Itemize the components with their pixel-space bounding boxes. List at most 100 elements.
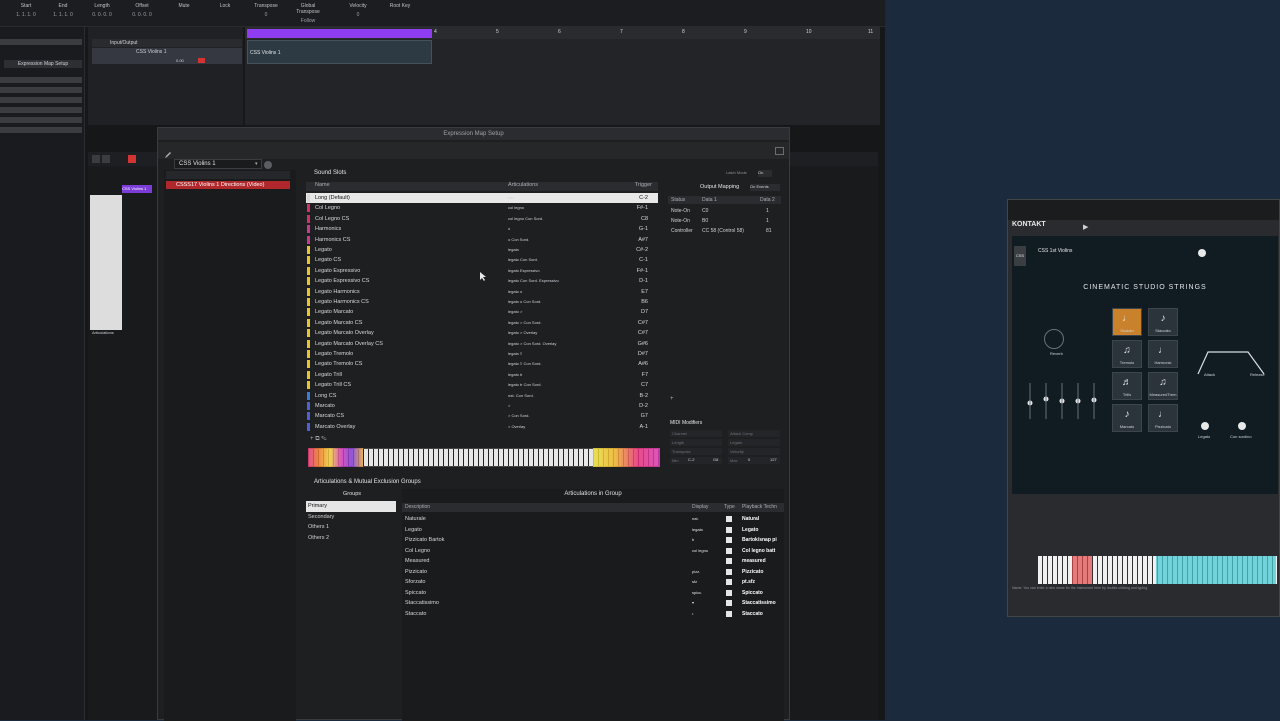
articulation-type-icon[interactable] <box>726 600 732 606</box>
articulation-row[interactable]: Pizzicato Bartok b Bartok/snap pi <box>402 535 784 546</box>
articulation-type-icon[interactable] <box>726 558 732 564</box>
articulation-playback-technique[interactable]: Natural <box>742 514 759 525</box>
expression-map-setup-button[interactable]: Expression Map Setup <box>4 60 82 68</box>
slot-articulations[interactable]: legato > <box>508 307 522 317</box>
articulation-display[interactable]: col legno <box>692 546 708 557</box>
slot-color-swatch[interactable] <box>307 360 310 369</box>
slot-trigger[interactable]: F#-1 <box>637 266 648 276</box>
info-field-0[interactable]: Start 1. 1. 1. 0 <box>8 3 44 18</box>
slot-color-swatch[interactable] <box>307 287 310 296</box>
articulation-display[interactable]: sfz <box>692 577 697 588</box>
col-description[interactable]: Description <box>405 503 430 512</box>
group-item[interactable]: Secondary <box>306 512 396 523</box>
slot-color-swatch[interactable] <box>307 329 310 338</box>
articulation-description[interactable]: Pizzicato Bartok <box>405 535 444 546</box>
col-name[interactable]: Name <box>315 182 330 188</box>
articulation-description[interactable]: Staccatissimo <box>405 598 439 609</box>
on-events-select[interactable]: On Events <box>750 184 780 191</box>
slot-articulations[interactable]: legato ≡ <box>508 349 522 359</box>
info-field-3[interactable]: Offset 0. 0. 0. 0 <box>124 3 160 18</box>
sound-slot-row[interactable]: Legato Tremolo legato ≡ D#7 <box>306 349 658 359</box>
slot-trigger[interactable]: C-2 <box>639 193 648 203</box>
midi-modifier-value[interactable]: C-2 <box>688 457 694 462</box>
articulation-row[interactable]: Sforzato sfz pt.sfz <box>402 577 784 588</box>
slot-color-swatch[interactable] <box>307 204 310 213</box>
sound-slot-row[interactable]: Col Legno col legno F#-1 <box>306 203 658 213</box>
group-item[interactable]: Others 2 <box>306 533 396 544</box>
output-status[interactable]: Controller <box>671 226 693 236</box>
output-mapping-row[interactable]: Note-On B0 1 <box>668 216 781 226</box>
articulation-row[interactable]: Spiccato spicc. Spiccato <box>402 588 784 599</box>
slot-color-swatch[interactable] <box>307 318 310 327</box>
articulation-playback-technique[interactable]: Pizzicato <box>742 567 763 578</box>
articulation-row[interactable]: Col Legno col legno Col legno batt <box>402 546 784 557</box>
articulation-row[interactable]: Staccato • Staccato <box>402 609 784 620</box>
info-field-6[interactable]: Transpose 0 <box>248 3 284 18</box>
slot-articulations[interactable]: legato <box>508 245 519 255</box>
col-articulations[interactable]: Articulations <box>508 182 538 188</box>
slot-color-swatch[interactable] <box>307 339 310 348</box>
slot-color-swatch[interactable] <box>307 298 310 306</box>
sound-slot-row[interactable]: Marcato > D-2 <box>306 401 658 411</box>
inspector-row[interactable] <box>0 97 82 103</box>
slot-articulations[interactable]: legato Espressivo <box>508 266 540 276</box>
articulation-cell[interactable]: ♩ Pizzicato <box>1148 404 1178 432</box>
slot-trigger[interactable]: F#-1 <box>637 203 648 213</box>
slot-articulations[interactable]: legato tr Con Sord. <box>508 380 542 390</box>
map-name-field[interactable]: CSS Violins 1 <box>174 159 262 169</box>
sound-slot-row[interactable]: Harmonics CS o Con Sord. A#7 <box>306 235 658 245</box>
draw-tool-icon[interactable] <box>102 155 110 163</box>
sound-slot-row[interactable]: Long CS nat. Con Sord. B-2 <box>306 391 658 401</box>
articulation-description[interactable]: Sforzato <box>405 577 425 588</box>
slot-trigger[interactable]: G-1 <box>639 224 648 234</box>
window-layout-icon[interactable] <box>775 147 784 155</box>
info-field-5[interactable]: Lock <box>207 3 243 12</box>
midi-modifier-field[interactable]: Attack Comp <box>728 430 780 437</box>
latch-mode-select[interactable]: On <box>758 170 772 177</box>
info-field-value[interactable]: Follow <box>290 18 326 24</box>
slot-articulations[interactable]: col legno <box>508 203 524 213</box>
tune-knob[interactable] <box>1198 249 1206 257</box>
articulation-row[interactable]: Staccatissimo ▾ Staccatissimo <box>402 598 784 609</box>
midi-modifier-field[interactable]: Legato <box>728 439 780 446</box>
output-data1[interactable]: B0 <box>702 216 708 226</box>
output-mapping-row[interactable]: Controller CC 58 (Control 58) 81 <box>668 226 781 236</box>
sound-slot-row[interactable]: Legato Harmonics CS legato o Con Sord. B6 <box>306 297 658 307</box>
copy-slot-icon[interactable]: ⧉ <box>315 436 319 442</box>
slot-color-swatch[interactable] <box>307 412 310 421</box>
output-status[interactable]: Note-On <box>671 216 690 226</box>
articulation-cell[interactable]: ♪ Staccato <box>1148 308 1178 336</box>
slot-color-swatch[interactable] <box>307 381 310 390</box>
slot-articulations[interactable]: legato > Con Sord. Overlay <box>508 339 556 349</box>
slot-trigger[interactable]: B-2 <box>639 391 648 401</box>
lower-track-label[interactable]: CSS Violins 1 <box>122 185 152 193</box>
midi-modifier-value[interactable]: 0 <box>748 457 750 462</box>
articulation-playback-technique[interactable]: measured <box>742 556 766 567</box>
slot-trigger[interactable]: B6 <box>641 297 648 307</box>
articulation-display[interactable]: ▾ <box>692 598 694 609</box>
slot-articulations[interactable]: legato ≡ Con Sord. <box>508 359 541 369</box>
slot-trigger[interactable]: C8 <box>641 214 648 224</box>
articulation-type-icon[interactable] <box>726 526 732 533</box>
slot-articulations[interactable]: o Con Sord. <box>508 235 529 245</box>
output-data2[interactable]: 1 <box>766 206 769 216</box>
cycle-range[interactable] <box>247 29 432 38</box>
articulation-cell[interactable]: ♪ Marcato <box>1112 404 1142 432</box>
slot-articulations[interactable]: > Con Sord. <box>508 411 529 421</box>
slot-trigger[interactable]: G#6 <box>638 339 648 349</box>
output-data1[interactable]: C0 <box>702 206 708 216</box>
inspector-row[interactable] <box>0 127 82 133</box>
articulation-cell[interactable]: ♩ Harmonic <box>1148 340 1178 368</box>
slot-trigger[interactable]: C#-2 <box>636 245 648 255</box>
folder-track-input-output[interactable]: Input/Output <box>92 39 242 47</box>
midi-modifier-field[interactable]: Channel <box>670 430 722 437</box>
slot-color-swatch[interactable] <box>307 370 310 379</box>
articulation-cell[interactable]: ♩ Sustain <box>1112 308 1142 336</box>
info-field-value[interactable]: 0 <box>248 12 284 18</box>
record-enable-button[interactable] <box>198 58 205 63</box>
slot-articulations[interactable]: legato Con Sord. Espressivo <box>508 276 559 286</box>
slot-articulations[interactable]: legato > Con Sord. <box>508 318 541 328</box>
chevron-down-icon[interactable]: ▾ <box>255 161 261 167</box>
col-status[interactable]: Status <box>671 196 685 204</box>
info-field-value[interactable]: 1. 1. 1. 0 <box>45 12 81 18</box>
